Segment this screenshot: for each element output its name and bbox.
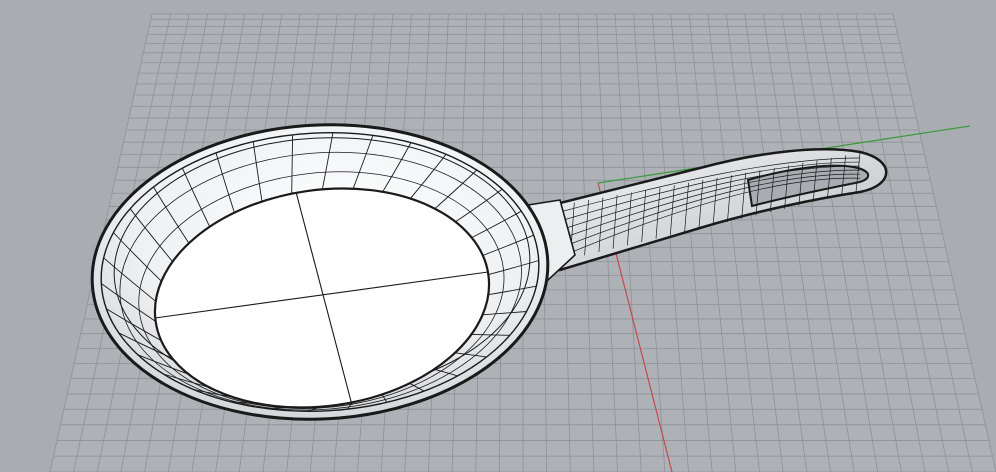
viewport-canvas[interactable] bbox=[0, 0, 996, 472]
perspective-viewport[interactable] bbox=[0, 0, 996, 472]
